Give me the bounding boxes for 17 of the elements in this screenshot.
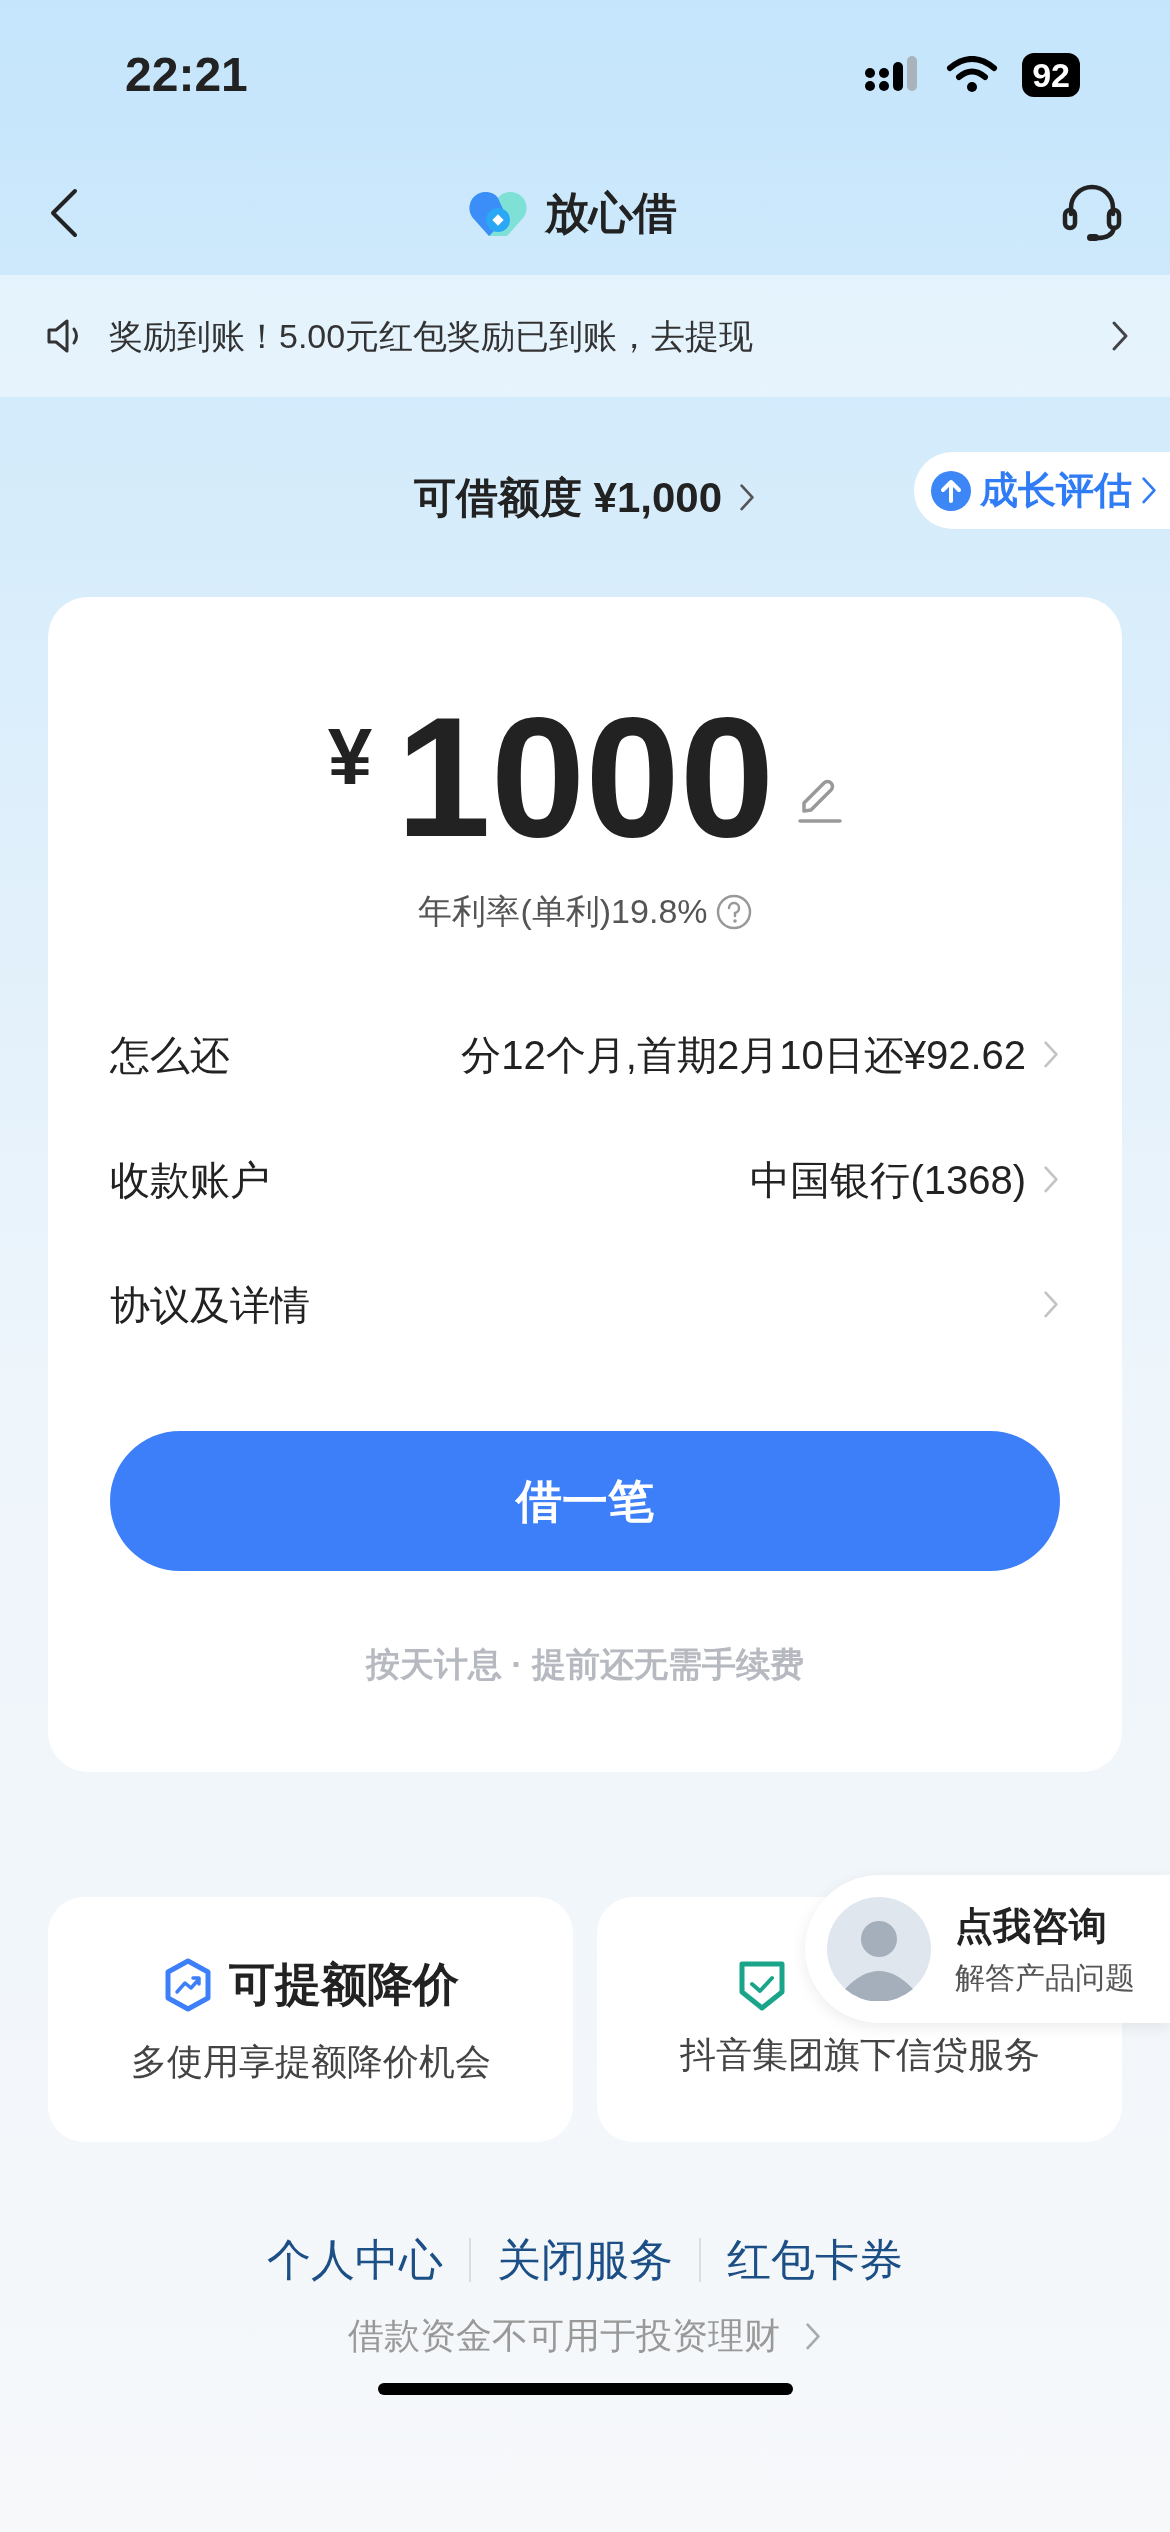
feature-title: 可提额降价: [228, 1957, 459, 2012]
loan-amount: 1000: [396, 692, 775, 862]
row-value: 分12个月,首期2月10日还¥92.62: [461, 1031, 1026, 1079]
currency-sign: ¥: [327, 711, 373, 803]
fee-note: 按天计息 · 提前还无需手续费: [365, 1645, 805, 1683]
battery-level: 92: [1022, 53, 1080, 97]
row-value: 中国银行(1368): [750, 1156, 1026, 1204]
interest-rate: 年利率(单利)19.8%: [418, 891, 708, 932]
feature-subtitle: 抖音集团旗下信贷服务: [679, 2032, 1040, 2077]
row-label: 协议及详情: [110, 1281, 311, 1329]
row-label: 怎么还: [110, 1031, 231, 1079]
status-time: 22:21: [125, 47, 248, 103]
app-title: 放心借: [545, 186, 677, 239]
feature-subtitle: 多使用享提额降价机会: [130, 2040, 491, 2084]
consult-title: 点我咨询: [955, 1904, 1108, 1949]
consult-subtitle: 解答产品问题: [955, 1960, 1135, 1996]
row-label: 收款账户: [110, 1156, 271, 1204]
